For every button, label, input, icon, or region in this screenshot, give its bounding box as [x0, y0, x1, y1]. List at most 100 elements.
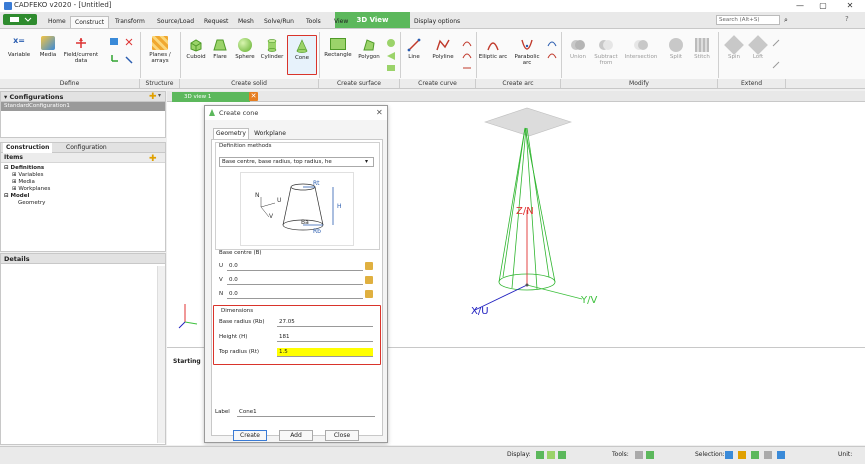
tree-item-definitions[interactable]: ⊟ Definitions: [4, 165, 165, 172]
tab-solve-run[interactable]: Solve/Run: [260, 16, 298, 28]
definition-method-select[interactable]: Base centre, base radius, top radius, he: [219, 157, 374, 167]
cone-diagram: Rt H Rb Ba U V N: [240, 172, 354, 246]
diagram-label-h: H: [337, 203, 342, 210]
rectangle-label: Rectangle: [324, 52, 352, 58]
lock-icon[interactable]: [365, 276, 373, 284]
tree-item-media[interactable]: ⊞ Media: [4, 179, 165, 186]
base-u-input[interactable]: 0.0: [227, 262, 363, 271]
lock-icon[interactable]: [365, 290, 373, 298]
tab-workplane[interactable]: Workplane: [251, 128, 289, 139]
workplane-square: [484, 107, 572, 137]
cuboid-label: Cuboid: [186, 54, 206, 60]
sphere-button[interactable]: Sphere: [232, 38, 258, 60]
tree-item-model[interactable]: ⊟ Model: [4, 193, 165, 200]
group-label-define: Define: [0, 79, 140, 88]
diagram-label-n: N: [255, 192, 260, 199]
loft-button[interactable]: Loft: [747, 35, 769, 60]
details-scrollbar[interactable]: [157, 266, 165, 443]
stitch-button[interactable]: Stitch: [689, 38, 715, 60]
diagram-label-u: U: [277, 197, 282, 204]
split-label: Split: [669, 54, 683, 60]
search-icon[interactable]: ⌕: [784, 16, 788, 25]
tab-home[interactable]: Home: [44, 16, 70, 28]
help-icon[interactable]: ?: [845, 15, 849, 23]
rectangle-button[interactable]: Rectangle: [322, 38, 354, 58]
tab-tools[interactable]: Tools: [302, 16, 325, 28]
search-input[interactable]: Search (Alt+S): [716, 15, 780, 25]
details-header: Details: [1, 254, 165, 264]
create-cone-dialog: Create cone ✕ Geometry Workplane Definit…: [204, 105, 388, 443]
tab-construct[interactable]: Construct: [70, 16, 110, 28]
lock-icon[interactable]: [365, 262, 373, 270]
add-configuration-icon[interactable]: ✚: [149, 92, 157, 102]
tab-source-load[interactable]: Source/Load: [153, 16, 198, 28]
tree-item-variables[interactable]: ⊞ Variables: [4, 172, 165, 179]
create-button[interactable]: Create: [233, 430, 267, 441]
flare-button[interactable]: Flare: [209, 38, 231, 60]
height-input[interactable]: 181: [277, 333, 373, 342]
elliptic-arc-label: Elliptic arc: [478, 54, 508, 60]
dimensions-label: Dimensions: [221, 308, 254, 314]
close-dialog-icon[interactable]: ✕: [376, 108, 383, 117]
app-icon: [4, 2, 12, 10]
chevron-down-icon[interactable]: ▾: [158, 92, 161, 99]
tree-item-workplanes[interactable]: ⊞ Workplanes: [4, 186, 165, 193]
document-tab-bar: [167, 91, 865, 102]
parabolic-arc-label: Parabolic arc: [514, 54, 540, 66]
diagram-label-rb: Rb: [313, 228, 321, 235]
base-centre-label: Base centre (B): [219, 250, 262, 256]
label-input[interactable]: Cone1: [237, 408, 375, 417]
minimize-button[interactable]: —: [790, 0, 810, 12]
tab-geometry[interactable]: Geometry: [213, 128, 249, 139]
field-current-data-button[interactable]: Field/current data: [62, 36, 100, 64]
application-menu-button[interactable]: [3, 14, 37, 25]
tab-display-options[interactable]: Display options: [410, 16, 464, 28]
construction-tabs: Construction Configuration: [1, 143, 165, 153]
configuration-item[interactable]: StandardConfiguration1: [1, 102, 165, 111]
base-radius-input[interactable]: 27.05: [277, 318, 373, 327]
close-window-button[interactable]: ✕: [840, 0, 860, 12]
tree-item-geometry[interactable]: Geometry: [4, 200, 165, 207]
close-button[interactable]: Close: [325, 430, 359, 441]
elliptic-arc-button[interactable]: Elliptic arc: [478, 38, 508, 60]
selection-icons[interactable]: [724, 449, 804, 461]
dialog-title-bar: Create cone: [205, 106, 387, 120]
media-button[interactable]: Media: [36, 36, 60, 58]
split-button[interactable]: Split: [664, 38, 688, 60]
sphere-icon: [238, 38, 252, 52]
planes-arrays-button[interactable]: Planes / arrays: [145, 36, 175, 64]
add-item-icon[interactable]: ✚: [149, 154, 157, 164]
subtract-from-button[interactable]: Subtract from: [592, 38, 620, 66]
subtract-label: Subtract from: [594, 54, 618, 66]
base-v-input[interactable]: 0.0: [227, 276, 363, 285]
intersection-button[interactable]: Intersection: [621, 38, 661, 60]
field-data-label: Field/current data: [63, 52, 99, 64]
line-button[interactable]: Line: [403, 38, 425, 60]
cuboid-button[interactable]: Cuboid: [183, 38, 209, 60]
tab-view[interactable]: View: [330, 16, 352, 28]
variable-button[interactable]: x= Variable: [4, 36, 34, 58]
display-icons[interactable]: [535, 449, 575, 461]
tab-request[interactable]: Request: [200, 16, 232, 28]
base-n-input[interactable]: 0.0: [227, 290, 363, 299]
split-icon: [669, 38, 683, 52]
parabolic-arc-button[interactable]: Parabolic arc: [510, 38, 544, 66]
add-button[interactable]: Add: [279, 430, 313, 441]
dropdown-chevron-icon[interactable]: ▾: [365, 158, 368, 165]
union-button[interactable]: Union: [564, 38, 592, 60]
union-label: Union: [570, 54, 586, 60]
tab-transform[interactable]: Transform: [111, 16, 149, 28]
tab-mesh[interactable]: Mesh: [234, 16, 258, 28]
close-tab-icon[interactable]: ✕: [249, 92, 258, 101]
document-tab-3d-view[interactable]: 3D view 1: [172, 92, 250, 102]
polygon-button[interactable]: Polygon: [355, 38, 383, 60]
tools-icons[interactable]: [634, 449, 670, 461]
cone-button[interactable]: Cone: [287, 35, 317, 75]
polyline-button[interactable]: Polyline: [427, 38, 459, 60]
maximize-button[interactable]: ▢: [813, 0, 833, 12]
top-radius-input[interactable]: 1.5: [277, 348, 373, 357]
spin-button[interactable]: Spin: [722, 35, 746, 60]
cylinder-button[interactable]: Cylinder: [259, 38, 285, 60]
tab-construction[interactable]: Construction: [3, 143, 53, 153]
tab-configuration[interactable]: Configuration: [63, 143, 110, 153]
